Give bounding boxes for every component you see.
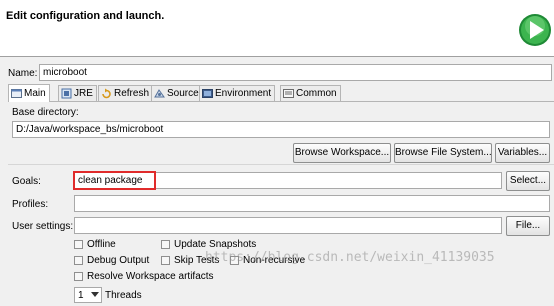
browse-workspace-button[interactable]: Browse Workspace... — [293, 143, 391, 163]
tab-environment-label: Environment — [215, 87, 272, 99]
goals-highlight-box — [73, 171, 156, 190]
user-settings-input[interactable] — [74, 217, 502, 234]
threads-value: 1 — [78, 289, 84, 301]
base-directory-label: Base directory: — [12, 107, 79, 118]
tab-jre-label: JRE — [74, 87, 93, 99]
source-icon — [154, 89, 165, 98]
variables-button[interactable]: Variables... — [495, 143, 550, 163]
goals-label: Goals: — [12, 176, 41, 187]
debug-output-checkbox-box[interactable] — [74, 256, 83, 265]
tab-source[interactable]: Source — [151, 85, 203, 101]
tab-jre[interactable]: JRE — [58, 85, 97, 101]
name-input[interactable]: microboot — [39, 64, 552, 81]
tab-bar: Main JRE Refresh Source Environment Comm… — [8, 84, 554, 102]
browse-file-system-button[interactable]: Browse File System... — [394, 143, 492, 163]
resolve-workspace-checkbox-box[interactable] — [74, 272, 83, 281]
user-settings-label: User settings: — [12, 221, 74, 232]
file-button[interactable]: File... — [506, 216, 550, 236]
resolve-workspace-checkbox[interactable]: Resolve Workspace artifacts — [74, 271, 214, 282]
tab-common[interactable]: Common — [280, 85, 341, 101]
update-snapshots-checkbox[interactable]: Update Snapshots — [161, 239, 256, 250]
common-icon — [283, 89, 294, 98]
dialog-header: Edit configuration and launch. — [0, 0, 554, 57]
resolve-workspace-label: Resolve Workspace artifacts — [87, 271, 214, 282]
update-snapshots-checkbox-box[interactable] — [161, 240, 170, 249]
skip-tests-checkbox-box[interactable] — [161, 256, 170, 265]
tab-environment[interactable]: Environment — [199, 85, 276, 101]
profiles-label: Profiles: — [12, 199, 49, 210]
debug-output-label: Debug Output — [87, 255, 150, 266]
environment-icon — [202, 89, 213, 98]
main-tab-icon — [11, 89, 22, 98]
tab-main[interactable]: Main — [8, 84, 50, 102]
tab-refresh[interactable]: Refresh — [98, 85, 154, 101]
run-icon — [519, 14, 551, 46]
offline-checkbox[interactable]: Offline — [74, 239, 116, 250]
tab-common-label: Common — [296, 87, 337, 99]
profiles-input[interactable] — [74, 195, 550, 212]
tab-refresh-label: Refresh — [114, 87, 150, 99]
threads-dropdown[interactable]: 1 — [74, 287, 102, 303]
tab-source-label: Source — [167, 87, 199, 99]
dialog-title: Edit configuration and launch. — [6, 10, 165, 22]
watermark-text: https://blog.csdn.net/weixin_41139035 — [205, 250, 495, 265]
debug-output-checkbox[interactable]: Debug Output — [74, 255, 149, 266]
tab-main-label: Main — [24, 87, 46, 99]
offline-checkbox-box[interactable] — [74, 240, 83, 249]
update-snapshots-label: Update Snapshots — [174, 239, 257, 250]
base-directory-input[interactable]: D:/Java/workspace_bs/microboot — [12, 121, 550, 138]
name-label: Name: — [8, 68, 38, 79]
threads-label: Threads — [105, 290, 142, 301]
select-goals-button[interactable]: Select... — [506, 171, 550, 191]
chevron-down-icon[interactable] — [91, 292, 99, 298]
jre-icon — [61, 88, 72, 99]
offline-label: Offline — [87, 239, 116, 250]
refresh-icon — [102, 88, 111, 99]
